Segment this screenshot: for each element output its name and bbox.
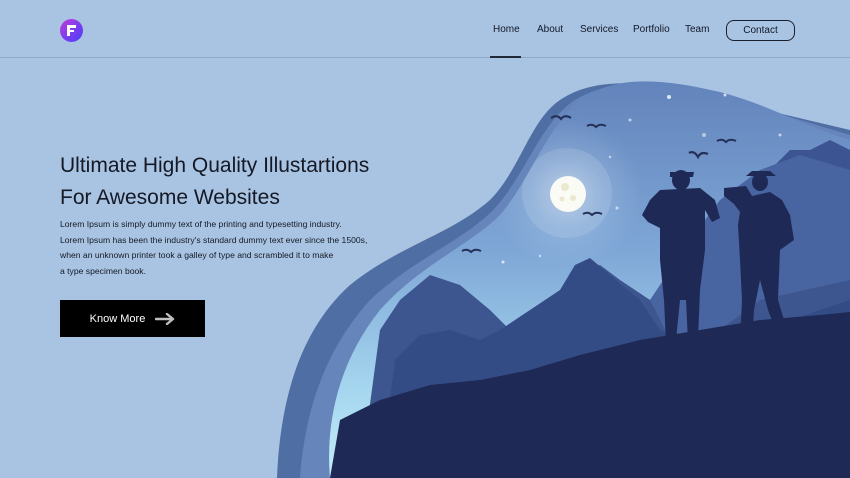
know-more-button[interactable]: Know More — [60, 300, 205, 337]
hero-title-line: For Awesome Websites — [60, 186, 280, 209]
hero-title: Ultimate High Quality Illustartions For … — [60, 150, 440, 214]
hero-description-line: when an unknown printer took a galley of… — [60, 250, 334, 260]
arrow-right-icon — [155, 312, 175, 325]
hero-description-line: Lorem Ipsum has been the industry's stan… — [60, 234, 368, 245]
hero-description-line: a type specimen book. — [60, 265, 146, 276]
hero-description: Lorem Ipsum is simply dummy text of the … — [60, 217, 390, 279]
hero-description-line: Lorem Ipsum is simply dummy text of the … — [60, 219, 342, 229]
know-more-label: Know More — [89, 312, 146, 325]
hero-title-line: Ultimate High Quality Illustartions — [60, 154, 370, 177]
